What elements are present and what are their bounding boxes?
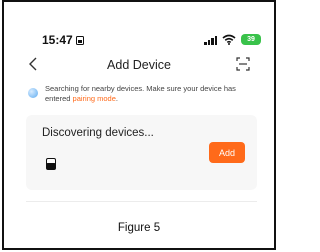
discovering-title: Discovering devices... [42,127,154,139]
scan-icon[interactable] [236,57,250,71]
signal-icon [204,35,217,45]
searching-spinner-icon [28,88,38,98]
add-button[interactable]: Add [209,142,245,163]
pairing-mode-link[interactable]: pairing mode [73,94,116,103]
figure-caption: Figure 5 [117,222,161,234]
status-icons: 39 [204,34,261,45]
wifi-icon [222,34,236,45]
device-icon [46,158,56,170]
status-time: 15:47 [42,33,73,47]
page-title: Add Device [107,58,171,72]
battery-indicator: 39 [241,34,261,45]
status-time-group: 15:47 [42,33,84,47]
figure-frame: 15:47 39 Add Device Searching for nearby… [2,0,276,250]
sim-card-icon [75,35,84,45]
searching-hint: Searching for nearby devices. Make sure … [28,84,258,103]
divider [26,201,257,202]
nav-bar: Add Device [4,55,274,77]
status-bar: 15:47 39 [4,30,274,52]
hint-suffix: . [115,93,118,103]
discovering-card: Discovering devices... Add [26,115,257,190]
hint-text: Searching for nearby devices. Make sure … [45,84,258,103]
